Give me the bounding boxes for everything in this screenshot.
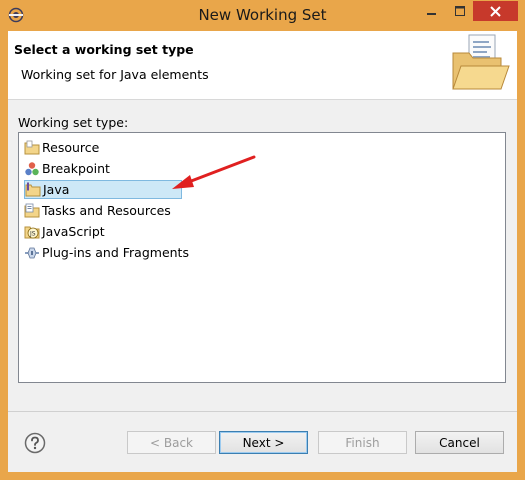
header-description: Working set for Java elements [21,67,209,82]
wizard-header: Select a working set type Working set fo… [8,31,517,100]
finish-button[interactable]: Finish [318,431,407,454]
back-button[interactable]: < Back [127,431,216,454]
list-item-label: Breakpoint [42,161,110,176]
cancel-button[interactable]: Cancel [415,431,504,454]
next-button[interactable]: Next > [219,431,308,454]
list-item-java[interactable]: Java [24,180,182,199]
close-button[interactable] [473,1,518,21]
title-bar[interactable]: New Working Set [0,0,525,31]
list-item-tasks-and-resources[interactable]: Tasks and Resources [24,201,182,220]
maximize-button[interactable] [446,1,473,21]
footer-separator [8,411,517,412]
resource-folder-icon [24,140,40,154]
list-item-javascript[interactable]: JS JavaScript [24,222,182,241]
list-item-resource[interactable]: Resource [24,138,182,157]
list-item-plug-ins-and-fragments[interactable]: Plug-ins and Fragments [24,243,189,262]
list-item-label: Tasks and Resources [42,203,171,218]
breakpoint-icon [25,161,39,175]
list-item-breakpoint[interactable]: Breakpoint [24,159,182,178]
annotation-arrow-icon [172,155,256,189]
plugin-icon [25,247,39,258]
svg-text:JS: JS [29,230,36,237]
minimize-button[interactable] [418,1,445,21]
minimize-icon [426,13,436,15]
java-folder-icon [25,182,41,196]
list-item-label: JavaScript [42,224,105,239]
help-icon[interactable] [24,432,46,454]
close-icon [490,5,501,17]
working-set-type-label: Working set type: [18,115,129,130]
dialog-body: Select a working set type Working set fo… [8,31,517,472]
javascript-icon: JS [24,226,40,238]
header-title: Select a working set type [14,42,194,57]
list-item-label: Java [43,182,70,197]
list-item-label: Plug-ins and Fragments [42,245,189,260]
tasks-icon [24,203,40,217]
dialog-window: New Working Set Select a working set typ… [0,0,525,480]
open-folder-icon [452,34,510,90]
maximize-icon [454,6,465,16]
list-item-label: Resource [42,140,100,155]
